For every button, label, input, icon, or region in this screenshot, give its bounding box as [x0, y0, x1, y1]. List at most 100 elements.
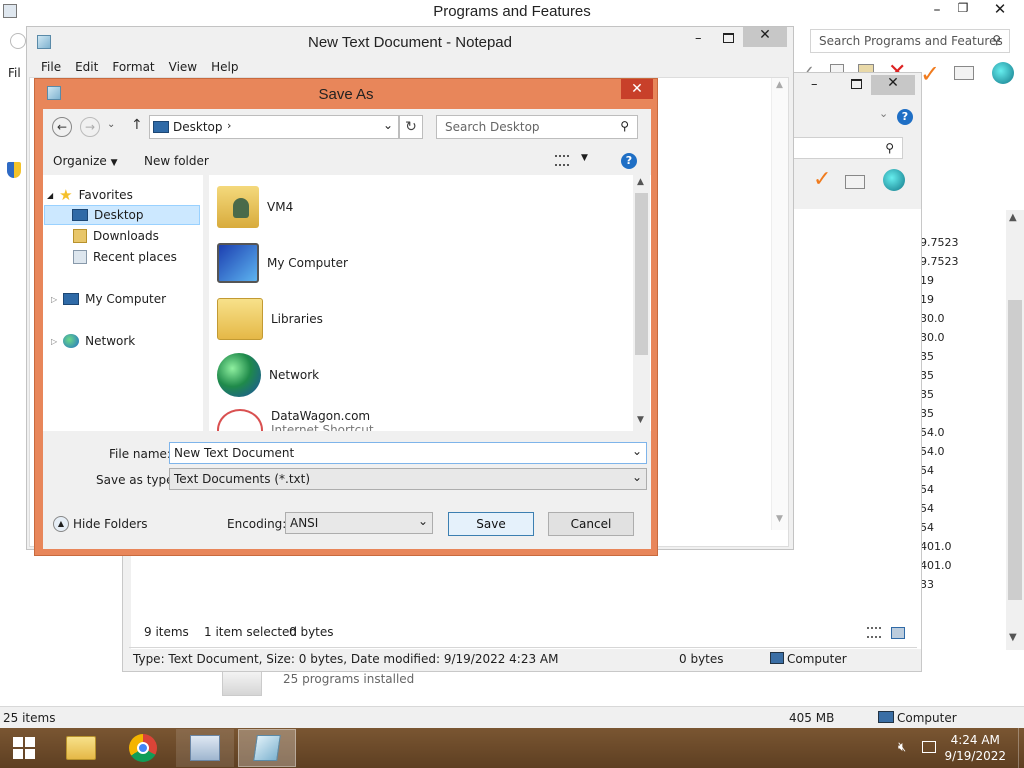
help-icon[interactable]: ? — [897, 109, 913, 125]
cancel-button[interactable]: Cancel — [548, 512, 634, 536]
clock[interactable]: 4:24 AM 9/19/2022 — [944, 732, 1006, 764]
file-name-my-computer: My Computer — [267, 256, 348, 270]
explorer-search-box[interactable]: ⚲ — [793, 137, 903, 159]
saveas-titlebar[interactable]: Save As ✕ — [35, 79, 657, 109]
taskbar-notepad[interactable] — [238, 729, 296, 767]
properties-icon[interactable] — [954, 66, 974, 80]
explorer-check-icon[interactable]: ✓ — [813, 167, 831, 192]
file-name-network: Network — [269, 368, 320, 382]
menu-edit[interactable]: Edit — [75, 60, 98, 77]
recent-locations-icon[interactable]: ⌄ — [107, 119, 115, 130]
file-item-network[interactable]: Network — [217, 349, 617, 401]
filename-value[interactable]: New Text Document — [174, 446, 294, 460]
notepad-minimize-icon[interactable]: – — [695, 31, 702, 46]
file-item-libraries[interactable]: Libraries — [217, 293, 617, 345]
tree-recent[interactable]: Recent places — [73, 247, 177, 267]
notepad-titlebar[interactable]: New Text Document - Notepad – ✕ — [27, 27, 793, 57]
explorer-minimize-icon[interactable]: – — [811, 77, 818, 92]
filename-input[interactable]: New Text Document ⌄ — [169, 442, 647, 464]
back-icon[interactable]: ← — [52, 117, 72, 137]
taskbar-explorer[interactable] — [52, 729, 110, 767]
close-icon[interactable]: ✕ — [980, 0, 1020, 20]
address-location[interactable]: Desktop — [173, 120, 223, 134]
up-icon[interactable]: ↑ — [131, 117, 143, 133]
collapse-icon[interactable]: ◢ — [47, 191, 53, 200]
organize-button[interactable]: Organize ▼ — [53, 154, 118, 168]
explorer-globe-icon[interactable] — [883, 169, 905, 191]
file-scroll-down-icon[interactable]: ▼ — [637, 415, 644, 425]
file-scroll-up-icon[interactable]: ▲ — [637, 177, 644, 187]
encoding-dropdown-icon[interactable]: ⌄ — [418, 514, 428, 528]
scroll-up-icon[interactable]: ▲ — [1009, 212, 1017, 223]
desktop-search-input[interactable]: Search Desktop — [445, 120, 540, 134]
refresh-icon[interactable]: ↻ — [399, 115, 423, 139]
saveas-close-icon[interactable]: ✕ — [621, 79, 653, 99]
explorer-properties-icon[interactable] — [845, 175, 865, 189]
saveas-dialog: Save As ✕ ← → ⌄ ↑ Desktop › ⌄ ↻ Search D… — [34, 78, 658, 556]
new-folder-button[interactable]: New folder — [144, 154, 209, 168]
breadcrumb-arrow-icon[interactable]: › — [227, 119, 231, 132]
tree-desktop[interactable]: Desktop — [44, 205, 200, 225]
network-tray-icon[interactable] — [922, 741, 936, 753]
start-button[interactable] — [0, 729, 48, 767]
view-dropdown-icon[interactable]: ▼ — [581, 153, 588, 163]
menu-file[interactable]: File — [41, 60, 61, 77]
file-list-scrollbar[interactable]: ▲ ▼ — [633, 175, 650, 431]
show-desktop-button[interactable] — [1018, 728, 1024, 768]
file-scroll-thumb[interactable] — [635, 193, 648, 355]
encoding-value[interactable]: ANSI — [290, 516, 318, 530]
notepad-maximize-icon[interactable] — [723, 33, 734, 43]
programs-scrollbar[interactable]: ▲ ▼ — [1006, 210, 1024, 650]
desktop-search-box[interactable]: Search Desktop ⚲ — [436, 115, 638, 139]
expand-icon[interactable]: ▷ — [51, 295, 57, 304]
change-view-icon[interactable] — [555, 155, 569, 166]
programs-search-input[interactable]: Search Programs and Features — [819, 34, 1003, 48]
menu-view[interactable]: View — [169, 60, 197, 77]
save-button[interactable]: Save — [448, 512, 534, 536]
saveas-help-icon[interactable]: ? — [621, 153, 637, 169]
explorer-maximize-icon[interactable] — [851, 79, 862, 89]
file-item-vm4[interactable]: VM4 — [217, 181, 617, 233]
notepad-close-icon[interactable]: ✕ — [743, 27, 787, 47]
checkmark-icon[interactable]: ✓ — [920, 60, 940, 88]
filename-dropdown-icon[interactable]: ⌄ — [632, 444, 642, 458]
encoding-select[interactable]: ANSI ⌄ — [285, 512, 433, 534]
tiles-view-icon[interactable] — [891, 627, 905, 639]
expand-icon[interactable]: ▷ — [51, 337, 57, 346]
address-bar[interactable]: Desktop › ⌄ — [149, 115, 399, 139]
tree-computer-icon — [63, 293, 80, 305]
programs-titlebar[interactable]: Programs and Features – ❐ ✕ — [0, 0, 1024, 24]
address-dropdown-icon[interactable]: ⌄ — [383, 118, 393, 132]
volume-muted-icon[interactable]: 🔇︎ — [898, 740, 906, 755]
savetype-dropdown-icon[interactable]: ⌄ — [632, 470, 642, 484]
taskbar-control-panel[interactable] — [176, 729, 234, 767]
file-item-my-computer[interactable]: My Computer — [217, 237, 617, 289]
programs-search-box[interactable]: Search Programs and Features ⚲ — [810, 29, 1010, 53]
tree-network[interactable]: ▷ Network — [51, 331, 135, 351]
notepad-scroll-up-icon[interactable]: ▲ — [776, 80, 783, 90]
programs-title: Programs and Features — [433, 3, 591, 20]
tree-computer[interactable]: ▷ My Computer — [51, 289, 166, 309]
forward-icon[interactable]: → — [80, 117, 100, 137]
savetype-value[interactable]: Text Documents (*.txt) — [174, 472, 310, 486]
file-item-datawagon[interactable]: DataWagon.com Internet Shortcut — [217, 405, 617, 431]
scroll-down-icon[interactable]: ▼ — [1009, 632, 1017, 643]
savetype-select[interactable]: Text Documents (*.txt) ⌄ — [169, 468, 647, 490]
computer-monitor-icon — [217, 243, 259, 283]
scroll-thumb[interactable] — [1008, 300, 1022, 600]
hide-folders-button[interactable]: ▲ Hide Folders — [53, 516, 148, 532]
details-view-icon[interactable] — [867, 627, 881, 638]
explorer-selected: 1 item selected — [204, 625, 298, 639]
notepad-scroll-down-icon[interactable]: ▼ — [776, 514, 783, 524]
notepad-vscroll[interactable]: ▲ ▼ — [771, 78, 788, 530]
menu-help[interactable]: Help — [211, 60, 238, 77]
minimize-icon[interactable]: – — [924, 2, 950, 20]
tree-favorites[interactable]: ◢ ★ Favorites — [47, 185, 133, 205]
taskbar-chrome[interactable] — [114, 729, 172, 767]
tree-downloads[interactable]: Downloads — [73, 226, 159, 246]
explorer-dropdown-icon[interactable]: ⌄ — [879, 107, 888, 120]
menu-format[interactable]: Format — [112, 60, 154, 77]
globe-icon[interactable] — [992, 62, 1014, 84]
explorer-close-icon[interactable]: ✕ — [871, 75, 915, 95]
restore-icon[interactable]: ❐ — [950, 1, 976, 19]
